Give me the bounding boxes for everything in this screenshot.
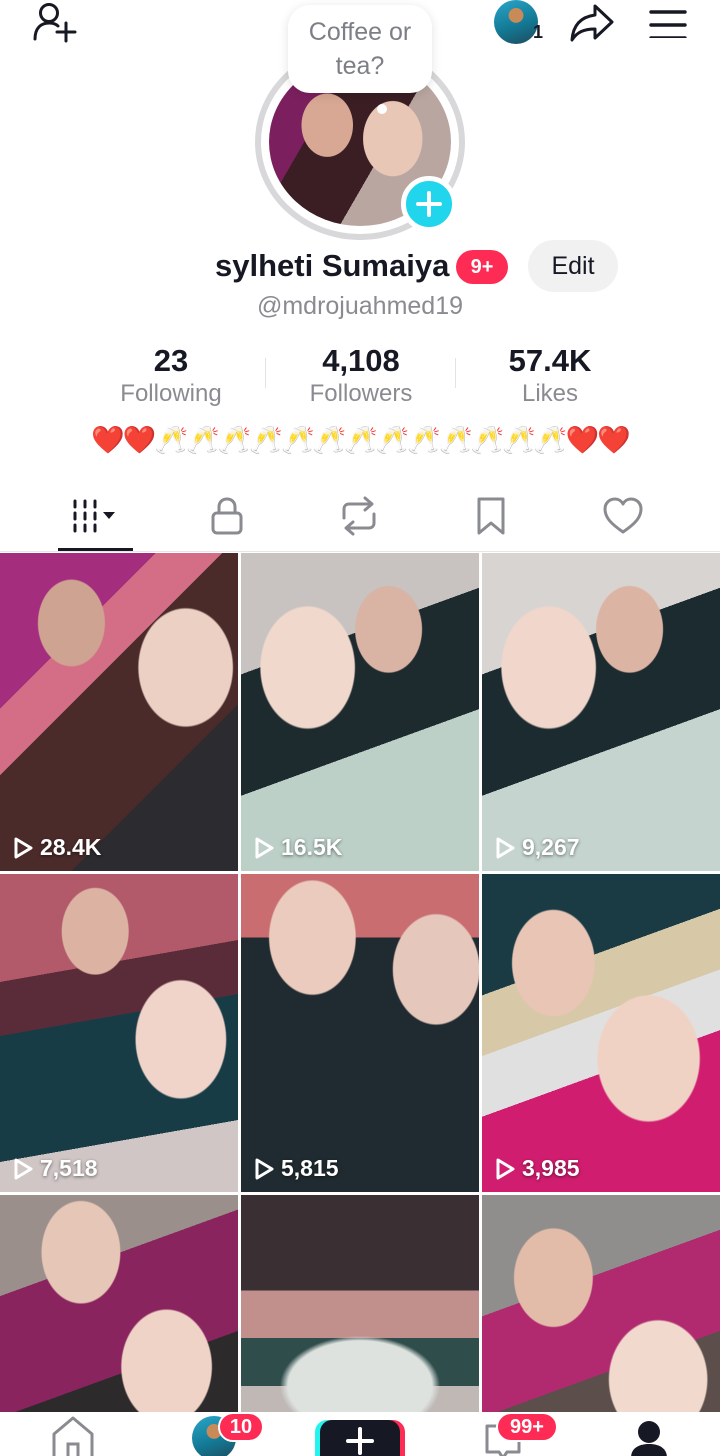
stat-following[interactable]: 23 Following (76, 344, 266, 410)
video-thumbnail[interactable]: 28.4K (0, 553, 238, 871)
bookmark-icon (477, 497, 505, 535)
nav-profile[interactable] (624, 1412, 674, 1456)
notification-badge[interactable]: 9+ (456, 250, 508, 284)
note-bubble-tail (377, 104, 387, 114)
stat-value: 57.4K (508, 343, 592, 378)
edit-profile-button[interactable]: Edit (528, 240, 618, 292)
view-count: 9,267 (494, 834, 580, 861)
view-count-value: 16.5K (281, 834, 343, 860)
stat-likes[interactable]: 57.4K Likes (455, 344, 645, 410)
bio-text: ❤️❤️🥂🥂🥂🥂🥂🥂🥂🥂🥂🥂🥂🥂🥂❤️❤️ (91, 425, 631, 455)
stat-label: Following (120, 380, 222, 407)
tab-videos[interactable] (50, 486, 140, 546)
profile-tabs (0, 486, 720, 552)
video-thumbnail[interactable] (0, 1195, 238, 1413)
friends-badge: 10 (218, 1412, 264, 1442)
play-icon (14, 1158, 33, 1179)
note-bubble[interactable]: Coffee or tea? (288, 5, 432, 93)
story-avatar[interactable] (494, 0, 538, 44)
lock-icon (211, 497, 243, 535)
stat-label: Likes (521, 380, 579, 407)
tab-reposts[interactable] (314, 486, 404, 546)
hamburger-menu-icon[interactable] (644, 0, 692, 46)
video-thumbnail[interactable] (482, 1195, 720, 1413)
inbox-badge: 99+ (496, 1412, 558, 1442)
home-icon (52, 1416, 94, 1456)
name-row: sylheti Sumaiya 9+ Edit (0, 240, 720, 292)
play-icon (255, 837, 274, 858)
play-icon (496, 837, 515, 858)
add-user-icon[interactable] (28, 0, 80, 46)
heart-icon (603, 497, 643, 534)
story-count: 1 (533, 22, 544, 42)
video-grid: 28.4K 16.5K 9,267 7,518 5,815 3,985 (0, 553, 720, 1413)
view-count: 7,518 (12, 1155, 98, 1182)
stat-followers[interactable]: 4,108 Followers (266, 344, 456, 410)
repost-icon (342, 496, 376, 536)
stat-value: 23 (153, 343, 189, 378)
tab-private[interactable] (182, 486, 272, 546)
video-thumbnail[interactable]: 9,267 (482, 553, 720, 871)
play-icon (255, 1158, 274, 1179)
add-photo-button[interactable] (401, 176, 457, 232)
view-count: 5,815 (253, 1155, 339, 1182)
view-count-value: 3,985 (522, 1155, 580, 1181)
play-icon (14, 837, 33, 858)
grid-videos-icon (73, 499, 115, 533)
video-thumbnail[interactable]: 16.5K (241, 553, 479, 871)
view-count-value: 5,815 (281, 1155, 339, 1181)
view-count-value: 9,267 (522, 834, 580, 860)
username-handle: @mdrojuahmed19 (256, 292, 464, 320)
view-count-value: 7,518 (40, 1155, 98, 1181)
view-count: 16.5K (253, 834, 342, 861)
share-icon[interactable] (566, 0, 618, 46)
active-tab-indicator (58, 548, 133, 551)
view-count: 3,985 (494, 1155, 580, 1182)
view-count-value: 28.4K (40, 834, 102, 860)
play-icon (496, 1158, 515, 1179)
video-thumbnail[interactable]: 5,815 (241, 874, 479, 1192)
plus-icon (346, 1427, 374, 1455)
stat-value: 4,108 (322, 343, 400, 378)
bottom-nav: 10 99+ (0, 1412, 720, 1456)
plus-icon (416, 191, 442, 217)
create-button[interactable] (320, 1420, 400, 1456)
stats-row: 23 Following 4,108 Followers 57.4K Likes (0, 344, 720, 408)
view-count: 28.4K (12, 834, 101, 861)
tab-liked[interactable] (578, 486, 668, 546)
display-name: sylheti Sumaiya (215, 248, 450, 283)
stat-label: Followers (309, 380, 413, 407)
nav-home[interactable] (48, 1412, 98, 1456)
video-thumbnail[interactable]: 3,985 (482, 874, 720, 1192)
profile-icon (631, 1421, 667, 1456)
video-thumbnail[interactable]: 7,518 (0, 874, 238, 1192)
video-thumbnail[interactable] (241, 1195, 479, 1413)
tab-favorites[interactable] (446, 486, 536, 546)
